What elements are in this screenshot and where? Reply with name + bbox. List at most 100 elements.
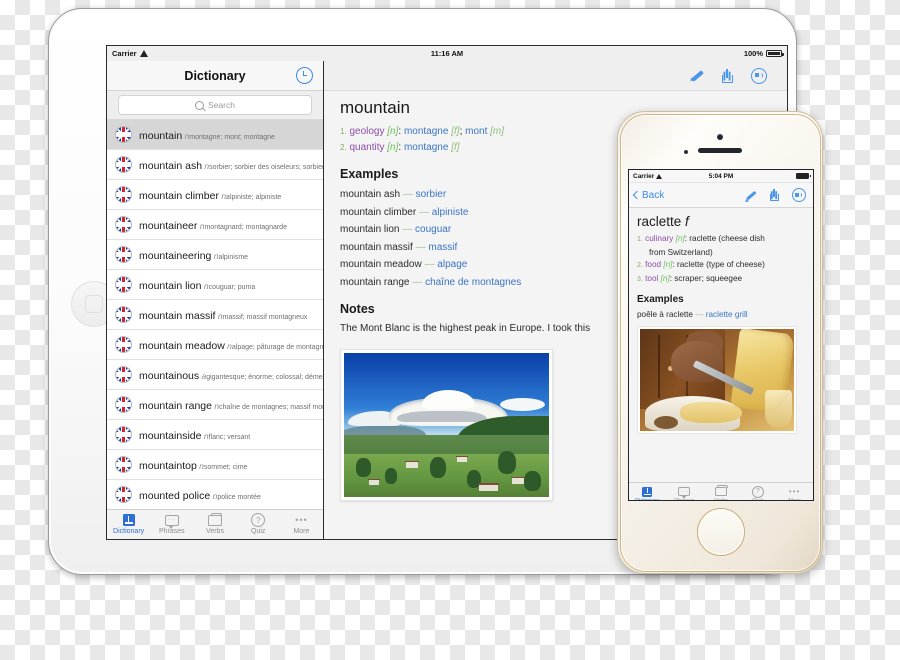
tab-quiz[interactable]: ? Quiz [739, 485, 776, 500]
tab-verbs[interactable]: Verbs [193, 512, 236, 536]
sense-category: tool [645, 273, 659, 283]
card-box-icon [714, 485, 729, 497]
speaker-icon[interactable] [792, 188, 806, 202]
example-source: poêle à raclette [637, 310, 693, 319]
example-target[interactable]: sorbier [416, 189, 447, 200]
sense-category: geology [349, 126, 385, 137]
list-item-term: mountainous a [139, 369, 207, 382]
list-item-translations: alpage; pâturage de montagne [231, 343, 323, 351]
list-item-pos: n [215, 310, 223, 321]
list-item-term: mounted police n [139, 489, 218, 502]
raclette-photo[interactable] [637, 326, 797, 434]
list-item-translations: police montée [217, 493, 261, 501]
example-target[interactable]: raclette grill [706, 310, 748, 319]
list-item[interactable]: mountain meadow nalpage; pâturage de mon… [107, 330, 323, 360]
tab-more[interactable]: ••• More [776, 486, 813, 500]
list-item[interactable]: mountain nmontagne; mont; montagne [107, 120, 323, 150]
iphone-example-row: poêle à raclette — raclette grill [637, 309, 805, 321]
share-icon[interactable] [722, 68, 733, 83]
list-item-term: mountaineer n [139, 219, 205, 232]
example-target[interactable]: couguar [415, 224, 451, 235]
mountain-photo-image [344, 353, 549, 497]
list-item-translations: montagnard; montagnarde [204, 223, 287, 231]
iphone-examples-heading: Examples [637, 294, 684, 305]
iphone-headword: raclette [637, 214, 682, 229]
uk-flag-icon [115, 276, 132, 293]
iphone-sense-list: 1. culinary [n]: raclette (cheese dish fr… [637, 233, 805, 286]
list-item-translations: montagne; mont; montagne [189, 133, 275, 141]
sense-text: : raclette (cheese dish [684, 234, 765, 243]
list-item-translations: flanc; versant [208, 433, 251, 441]
list-item-translations: chaîne de montagnes; massif montagneux [219, 403, 323, 411]
list-item[interactable]: mountaintop nsommet; cime [107, 450, 323, 480]
tab-quiz[interactable]: ? Quiz [237, 513, 280, 536]
list-item[interactable]: mountaineering nalpinisme [107, 240, 323, 270]
sense-translation-2: mont [465, 126, 488, 137]
word-list[interactable]: mountain nmontagne; mont; montagne mounta… [107, 120, 323, 509]
sidebar-navbar: Dictionary [107, 61, 323, 91]
tab-phrases[interactable]: ··· Phrases [666, 486, 703, 500]
list-item-term: mountain climber n [139, 189, 227, 202]
example-dash: — [412, 276, 423, 288]
speaker-icon[interactable] [751, 67, 767, 84]
sense-category: culinary [645, 234, 674, 243]
search-input[interactable]: Search [118, 95, 312, 115]
sense-gender: [f] [451, 126, 460, 137]
example-target[interactable]: alpage [437, 259, 467, 270]
iphone-sense-entry: 3. tool [n]: scraper; squeegee [637, 273, 805, 287]
list-item-translations: alpinisme [218, 253, 249, 261]
mountain-photo[interactable] [340, 349, 553, 501]
example-target[interactable]: chaîne de montagnes [425, 277, 521, 288]
uk-flag-icon [115, 186, 132, 203]
uk-flag-icon [115, 396, 132, 413]
sense-pos: [n] [660, 273, 670, 283]
iphone-tab-bar[interactable]: Dictionary ··· Phrases Verbs? Quiz ••• More [629, 482, 813, 500]
card-box-icon [208, 512, 222, 526]
example-target[interactable]: alpiniste [432, 207, 469, 218]
sense-number: 2. [637, 262, 643, 269]
example-dash: — [424, 259, 435, 270]
tab-dictionary[interactable]: Dictionary [107, 514, 150, 536]
list-item[interactable]: mountaineer nmontagnard; montagnarde [107, 210, 323, 240]
uk-flag-icon [115, 156, 132, 173]
raclette-photo-image [640, 329, 794, 431]
tab-more[interactable]: ••• More [280, 514, 323, 536]
ipad-status-bar: Carrier 11:16 AM 100% [107, 46, 787, 61]
sense-sep: : [398, 142, 402, 153]
list-item[interactable]: mountain climber nalpiniste; alpiniste [107, 180, 323, 210]
example-source: mountain meadow [340, 259, 422, 270]
sense-gender-2: [m] [490, 126, 505, 137]
pencil-icon[interactable] [745, 189, 757, 201]
tab-phrases[interactable]: ··· Phrases [150, 514, 193, 536]
example-dash: — [402, 189, 413, 200]
home-button-square-icon [85, 295, 103, 313]
back-button[interactable]: Back [632, 190, 664, 201]
iphone-home-button[interactable] [697, 508, 745, 556]
example-dash: — [418, 206, 429, 218]
list-item-pos: n [224, 340, 232, 351]
sense-gender: [f] [451, 142, 460, 153]
tab-verbs[interactable]: Verbs [703, 485, 740, 500]
share-icon[interactable] [769, 189, 780, 201]
iphone-toolbar [745, 188, 806, 202]
earpiece-speaker [698, 148, 742, 153]
list-item-pos: n [201, 430, 209, 441]
list-item[interactable]: mountain lion ncouguar; puma [107, 270, 323, 300]
sense-text-continued: from Switzerland) [649, 247, 713, 257]
list-item-pos: n [201, 280, 209, 291]
history-clock-icon[interactable] [296, 67, 313, 84]
list-item[interactable]: mountain range nchaîne de montagnes; mas… [107, 390, 323, 420]
list-item[interactable]: mountainside nflanc; versant [107, 420, 323, 450]
list-item-translations: sommet; cime [203, 463, 248, 471]
list-item[interactable]: mountain massif nmassif; massif montagne… [107, 300, 323, 330]
tab-dictionary[interactable]: Dictionary [629, 486, 666, 500]
example-dash: — [415, 241, 426, 253]
ipad-tab-bar[interactable]: Dictionary ··· Phrases Verbs? Quiz ••• More [107, 509, 323, 539]
sense-text: : raclette (type of cheese) [672, 260, 765, 269]
list-item[interactable]: mounted police npolice montée [107, 480, 323, 509]
list-item[interactable]: mountain ash nsorbier; sorbier des oisel… [107, 150, 323, 180]
list-item[interactable]: mountainous agigantesque; énorme; coloss… [107, 360, 323, 390]
example-target[interactable]: massif [428, 242, 457, 253]
iphone-detail-scroll[interactable]: raclette f 1. culinary [n]: raclette (ch… [629, 208, 813, 482]
pencil-icon[interactable] [690, 69, 704, 83]
